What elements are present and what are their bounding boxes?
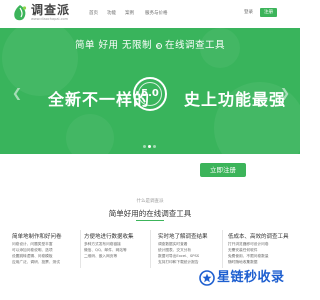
nav-item-pricing[interactable]: 服务与价格: [145, 10, 168, 18]
feature-line: 随时随地收集数据: [228, 260, 258, 264]
feature-title: 低成本、高效的调查工具: [228, 234, 289, 240]
register-now-button[interactable]: 立即注册: [200, 163, 246, 177]
feature-divider: [222, 230, 223, 268]
feature-item-design: 简单地制作和好问卷 问卷设计、问题类型丰富 可以添加问卷说明、选项 设置跳转逻辑…: [12, 233, 74, 283]
site-header: 调查派 www.diaochapai.com 首页 功能 案例 服务与价格 登录…: [0, 0, 300, 28]
brand-name: 调查派: [31, 3, 71, 17]
banner-slogan: 简单 好用 无限制 的 在线调查工具: [0, 37, 300, 51]
feature-title: 方便地进行数据收集: [84, 234, 134, 240]
logo-icon: [14, 5, 27, 21]
header-register-button[interactable]: 注册: [260, 8, 277, 17]
feature-line: 支持打印和下载统计报告: [158, 260, 199, 264]
watermark: 星链秒收录: [199, 269, 297, 287]
hero-banner: 简单 好用 无限制 的 在线调查工具 ❮ ❯ 全新不一样的 5.0 史上功能最强: [0, 28, 300, 154]
watermark-text: 星链秒收录: [217, 270, 285, 285]
feature-title: 实时地了解调查结果: [158, 234, 208, 240]
slide-dot-3[interactable]: [153, 145, 156, 148]
section-subtitle: 什么是调查派: [136, 199, 164, 204]
section-title: 简单好用的在线调查工具: [108, 209, 192, 218]
brand-tagline: www.diaochapai.com: [31, 17, 69, 21]
feature-line: 二维码、嵌入网页等: [84, 254, 118, 258]
slogan-left: 简单 好用 无限制: [74, 40, 152, 51]
nav-item-cases[interactable]: 案例: [125, 10, 134, 18]
chevron-left-icon[interactable]: ❮: [12, 86, 22, 100]
feature-divider: [80, 230, 81, 268]
star-link-icon: [199, 270, 215, 286]
nav-item-features[interactable]: 功能: [107, 10, 116, 18]
feature-divider: [150, 230, 151, 268]
slide-indicators: [143, 145, 157, 149]
banner-headline-right: 史上功能最强: [184, 90, 287, 109]
version-number: 5.0: [138, 82, 162, 106]
slogan-right: 在线调查工具: [165, 40, 226, 51]
section-divider: [136, 220, 164, 221]
feature-title: 简单地制作和好问卷: [12, 234, 62, 240]
feature-line: 应用广泛、调研、投票、测试: [12, 260, 60, 264]
feature-item-collect: 方便地进行数据收集 多种方式发布问卷链接 微信、QQ、邮件、网站等 二维码、嵌入…: [84, 233, 146, 283]
slogan-separator: 的: [155, 42, 162, 49]
brand-logo[interactable]: 调查派 www.diaochapai.com: [12, 3, 82, 27]
slide-dot-2[interactable]: [148, 145, 151, 148]
nav-item-home[interactable]: 首页: [89, 10, 98, 18]
login-link[interactable]: 登录: [244, 9, 253, 17]
slide-dot-1[interactable]: [143, 145, 146, 148]
version-badge: 5.0: [133, 77, 167, 111]
